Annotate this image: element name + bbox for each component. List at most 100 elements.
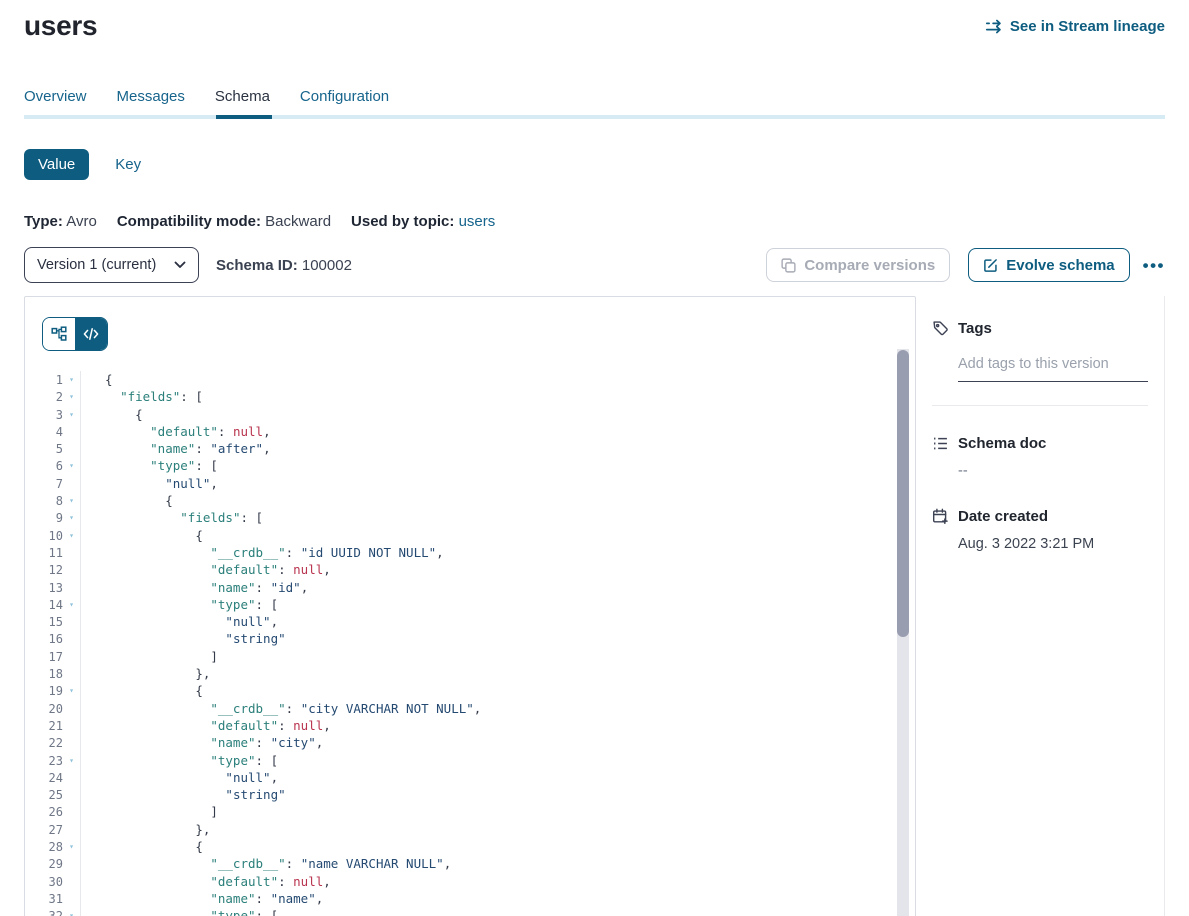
code-line: 13 "name": "id",	[25, 579, 915, 596]
code-text: "default": null,	[81, 717, 331, 734]
line-number: 27	[25, 822, 63, 839]
topic-label: Used by topic:	[351, 213, 454, 230]
fold-toggle-icon[interactable]: ▾	[63, 682, 81, 699]
date-created-heading: Date created	[958, 508, 1048, 525]
code-text: "fields": [	[81, 509, 263, 526]
line-number: 18	[25, 666, 63, 683]
line-number: 6	[25, 458, 63, 475]
line-number: 20	[25, 701, 63, 718]
line-number: 28	[25, 839, 63, 856]
code-line: 21 "default": null,	[25, 717, 915, 734]
code-line: 25 "string"	[25, 786, 915, 803]
tree-view-button[interactable]	[43, 318, 75, 350]
key-toggle-link[interactable]: Key	[115, 156, 141, 173]
code-text: "__crdb__": "name VARCHAR NULL",	[81, 855, 451, 872]
code-line: 8▾ {	[25, 492, 915, 509]
compare-versions-label: Compare versions	[804, 257, 935, 274]
schema-doc-icon	[932, 435, 949, 452]
fold-toggle-icon[interactable]: ▾	[63, 371, 81, 388]
code-line: 10▾ {	[25, 527, 915, 544]
code-text: "fields": [	[81, 388, 203, 405]
compare-versions-button[interactable]: Compare versions	[766, 248, 950, 282]
fold-toggle-icon[interactable]: ▾	[63, 509, 81, 526]
code-view-button[interactable]	[75, 318, 107, 350]
edit-icon	[983, 258, 998, 273]
tab-schema[interactable]: Schema	[215, 88, 270, 115]
fold-spacer	[63, 665, 81, 682]
code-text: "type": [	[81, 457, 218, 474]
schema-editor-panel: 1▾{2▾ "fields": [3▾ {4 "default": null,5…	[24, 296, 916, 916]
editor-scrollbar-thumb[interactable]	[897, 350, 909, 637]
fold-toggle-icon[interactable]: ▾	[63, 457, 81, 474]
tab-overview[interactable]: Overview	[24, 88, 87, 115]
code-line: 23▾ "type": [	[25, 752, 915, 769]
more-options-button[interactable]: •••	[1143, 257, 1165, 274]
line-number: 11	[25, 545, 63, 562]
version-select-value: Version 1 (current)	[37, 257, 174, 273]
code-line: 19▾ {	[25, 682, 915, 699]
code-text: "null",	[81, 613, 278, 630]
fold-spacer	[63, 423, 81, 440]
line-number: 16	[25, 631, 63, 648]
evolve-schema-button[interactable]: Evolve schema	[968, 248, 1129, 282]
fold-toggle-icon[interactable]: ▾	[63, 388, 81, 405]
code-line: 28▾ {	[25, 838, 915, 855]
tags-input[interactable]	[958, 354, 1148, 382]
fold-spacer	[63, 803, 81, 820]
fold-toggle-icon[interactable]: ▾	[63, 838, 81, 855]
fold-spacer	[63, 786, 81, 803]
code-text: "type": [	[81, 907, 278, 916]
code-line: 32▾ "type": [	[25, 907, 915, 916]
stream-lineage-link[interactable]: See in Stream lineage	[985, 18, 1165, 35]
code-line: 31 "name": "name",	[25, 890, 915, 907]
schema-page: users See in Stream lineage Overview Mes…	[0, 0, 1189, 916]
view-toggle	[42, 317, 108, 351]
tab-configuration[interactable]: Configuration	[300, 88, 389, 115]
fold-spacer	[63, 734, 81, 751]
schema-doc-value: --	[958, 463, 1148, 479]
code-line: 3▾ {	[25, 406, 915, 423]
fold-toggle-icon[interactable]: ▾	[63, 492, 81, 509]
editor-scrollbar[interactable]	[897, 349, 909, 916]
code-line: 7 "null",	[25, 475, 915, 492]
code-text: {	[81, 527, 203, 544]
fold-toggle-icon[interactable]: ▾	[63, 596, 81, 613]
compat-value: Backward	[265, 213, 331, 230]
fold-spacer	[63, 561, 81, 578]
fold-toggle-icon[interactable]: ▾	[63, 752, 81, 769]
code-text: "name": "after",	[81, 440, 271, 457]
fold-spacer	[63, 873, 81, 890]
topic-link[interactable]: users	[459, 213, 496, 230]
code-text: "name": "id",	[81, 579, 308, 596]
code-line: 26 ]	[25, 803, 915, 820]
schema-meta: Type: Avro Compatibility mode: Backward …	[24, 213, 1165, 230]
value-toggle-button[interactable]: Value	[24, 149, 89, 180]
line-number: 12	[25, 562, 63, 579]
tab-bar: Overview Messages Schema Configuration	[24, 88, 1165, 115]
code-text: "default": null,	[81, 423, 271, 440]
version-select[interactable]: Version 1 (current)	[24, 247, 199, 283]
fold-spacer	[63, 613, 81, 630]
fold-toggle-icon[interactable]: ▾	[63, 527, 81, 544]
fold-spacer	[63, 700, 81, 717]
line-number: 31	[25, 891, 63, 908]
fold-toggle-icon[interactable]: ▾	[63, 406, 81, 423]
code-line: 17 ]	[25, 648, 915, 665]
code-line: 5 "name": "after",	[25, 440, 915, 457]
schema-doc-heading: Schema doc	[958, 435, 1046, 452]
code-text: "name": "city",	[81, 734, 323, 751]
code-text: "null",	[81, 769, 278, 786]
code-text: "name": "name",	[81, 890, 323, 907]
type-value: Avro	[66, 213, 97, 230]
code-line: 27 },	[25, 821, 915, 838]
code-text: "__crdb__": "city VARCHAR NOT NULL",	[81, 700, 481, 717]
code-line: 16 "string"	[25, 630, 915, 647]
fold-spacer	[63, 544, 81, 561]
type-label: Type:	[24, 213, 63, 230]
line-number: 25	[25, 787, 63, 804]
code-line: 2▾ "fields": [	[25, 388, 915, 405]
fold-toggle-icon[interactable]: ▾	[63, 907, 81, 916]
code-line: 22 "name": "city",	[25, 734, 915, 751]
tab-underline	[24, 115, 1165, 119]
tab-messages[interactable]: Messages	[117, 88, 185, 115]
